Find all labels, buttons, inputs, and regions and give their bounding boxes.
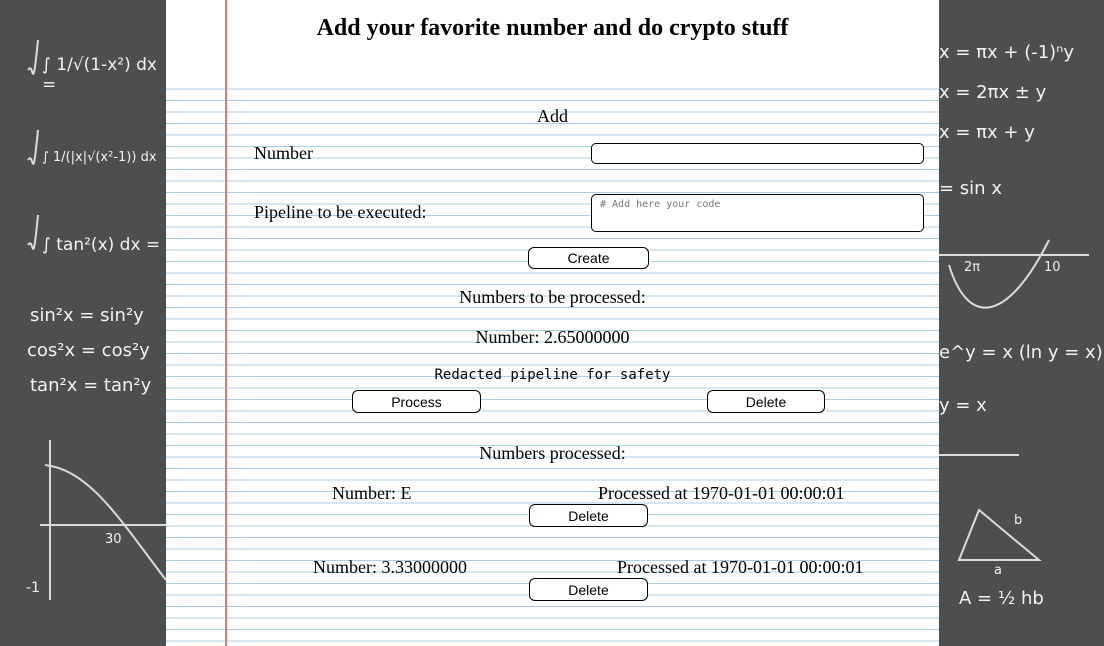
chalk-formula-r3: x = πx + y	[939, 122, 1035, 143]
chalk-formula-2: ∫ 1/(|x|√(x²-1)) dx	[42, 150, 157, 165]
pending-pipeline: Redacted pipeline for safety	[434, 367, 671, 383]
to-process-heading: Numbers to be processed:	[459, 287, 646, 307]
chalk-label-neg1: -1	[26, 580, 40, 596]
number-label: Number	[254, 143, 313, 163]
processed-number: Number: E	[332, 483, 412, 503]
chalk-formula-r4: = sin x	[939, 178, 1002, 199]
chalk-formula-4: sin²x = sin²y	[30, 305, 144, 326]
processed-timestamp: Processed at 1970-01-01 00:00:01	[598, 483, 845, 503]
chalkboard-right: x = πx + (-1)ⁿy x = 2πx ± y x = πx + y =…	[939, 0, 1104, 646]
paper-header-area	[166, 0, 939, 87]
chalkboard-left: ∫ 1/√(1-x²) dx = ∫ 1/(|x|√(x²-1)) dx ∫ t…	[0, 0, 166, 646]
chalk-formula-3: ∫ tan²(x) dx =	[42, 235, 161, 255]
number-input[interactable]	[591, 143, 924, 164]
chalk-label-a: a	[994, 563, 1002, 578]
chalk-formula-r7: A = ½ hb	[959, 588, 1044, 609]
processed-heading: Numbers processed:	[479, 443, 626, 463]
chalk-formula-r6: y = x	[939, 395, 987, 416]
process-button[interactable]: Process	[352, 390, 481, 413]
chalk-label-b: b	[1014, 513, 1023, 528]
processed-number: Number: 3.33000000	[313, 557, 467, 577]
chalk-formula-r2: x = 2πx ± y	[939, 82, 1047, 103]
chalk-label-30: 30	[105, 532, 122, 547]
chalk-formula-r5: e^y = x (ln y = x)	[939, 342, 1103, 363]
add-heading: Add	[537, 106, 568, 126]
notebook-paper: Add your favorite number and do crypto s…	[166, 0, 939, 646]
page-title: Add your favorite number and do crypto s…	[316, 15, 789, 41]
chalk-formula-6: tan²x = tan²y	[30, 375, 152, 396]
pipeline-label: Pipeline to be executed:	[254, 202, 427, 222]
delete-pending-button[interactable]: Delete	[707, 390, 825, 413]
delete-processed-button[interactable]: Delete	[529, 578, 648, 601]
chalk-label-10: 10	[1044, 260, 1061, 275]
chalk-formula-1: ∫ 1/√(1-x²) dx =	[42, 55, 157, 95]
pipeline-textarea[interactable]	[591, 194, 924, 232]
margin-line	[225, 0, 227, 646]
delete-processed-button[interactable]: Delete	[529, 504, 648, 527]
processed-timestamp: Processed at 1970-01-01 00:00:01	[617, 557, 864, 577]
create-button[interactable]: Create	[528, 247, 649, 269]
chalk-formula-r1: x = πx + (-1)ⁿy	[939, 42, 1075, 63]
chalk-label-2pi: 2π	[964, 260, 981, 275]
pending-number: Number: 2.65000000	[475, 327, 630, 347]
chalk-formula-5: cos²x = cos²y	[27, 340, 150, 361]
